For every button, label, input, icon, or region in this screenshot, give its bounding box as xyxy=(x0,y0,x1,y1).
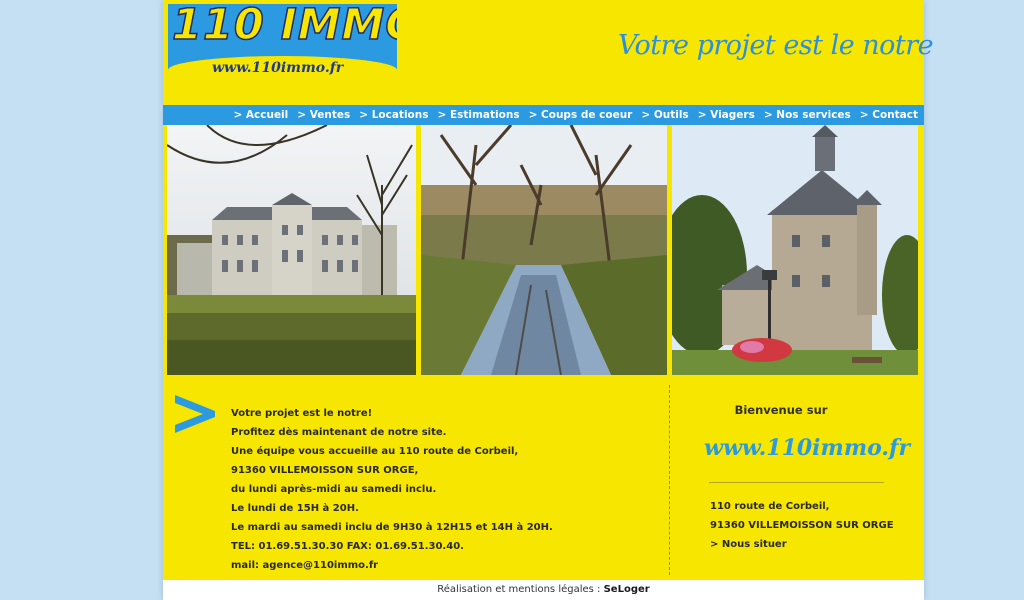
intro-line: Le lundi de 15H à 20H. xyxy=(231,503,359,514)
photo-banner xyxy=(167,125,918,375)
footer-text: Réalisation et mentions légales : xyxy=(437,584,604,595)
nav-item-locations[interactable]: > Locations xyxy=(359,109,428,121)
address-line-1: 110 route de Corbeil, xyxy=(710,501,830,512)
welcome-url[interactable]: www.110immo.fr xyxy=(704,435,910,461)
nav-item-nos-services[interactable]: > Nos services xyxy=(764,109,851,121)
canal-photo xyxy=(421,125,667,375)
site-logo[interactable]: 110 IMMO www.110immo.fr xyxy=(168,4,397,75)
arrow-icon xyxy=(175,395,215,433)
welcome-title: Bienvenue sur xyxy=(734,403,828,417)
address-block: 110 route de Corbeil, 91360 VILLEMOISSON… xyxy=(710,497,894,554)
intro-line: Profitez dès maintenant de notre site. xyxy=(231,427,447,438)
main-nav: > Accueil > Ventes > Locations > Estimat… xyxy=(163,105,924,125)
intro-line: Une équipe vous accueille au 110 route d… xyxy=(231,446,519,457)
intro-line: Le mardi au samedi inclu de 9H30 à 12H15… xyxy=(231,522,553,533)
intro-line: du lundi après-midi au samedi inclu. xyxy=(231,484,437,495)
nav-item-accueil[interactable]: > Accueil xyxy=(233,109,288,121)
intro-text: Votre projet est le notre! Profitez dès … xyxy=(231,404,671,575)
tower-photo xyxy=(672,125,918,375)
nav-item-coups-de-coeur[interactable]: > Coups de coeur xyxy=(529,109,633,121)
intro-line: Votre projet est le notre! xyxy=(231,408,373,419)
logo-text: 110 IMMO xyxy=(171,4,397,51)
header-slogan: Votre projet est le notre xyxy=(618,30,934,61)
intro-email[interactable]: mail: agence@110immo.fr xyxy=(231,556,671,575)
welcome-divider xyxy=(709,482,884,483)
logo-url: www.110immo.fr xyxy=(212,60,344,75)
footer: Réalisation et mentions légales : SeLoge… xyxy=(163,580,924,600)
chateau-photo xyxy=(167,125,416,375)
nav-item-ventes[interactable]: > Ventes xyxy=(297,109,350,121)
intro-phone-fax: TEL: 01.69.51.30.30 FAX: 01.69.51.30.40. xyxy=(231,541,464,552)
footer-seloger-link[interactable]: SeLoger xyxy=(604,584,650,595)
address-line-2: 91360 VILLEMOISSON SUR ORGE xyxy=(710,520,894,531)
nav-item-estimations[interactable]: > Estimations xyxy=(438,109,520,121)
column-divider xyxy=(669,385,670,575)
nav-item-contact[interactable]: > Contact xyxy=(860,109,918,121)
nav-item-outils[interactable]: > Outils xyxy=(641,109,688,121)
nav-item-viagers[interactable]: > Viagers xyxy=(698,109,755,121)
intro-line: 91360 VILLEMOISSON SUR ORGE, xyxy=(231,465,419,476)
locate-us-link[interactable]: > Nous situer xyxy=(710,535,894,554)
page-container: 110 IMMO www.110immo.fr Votre projet est… xyxy=(163,0,934,600)
